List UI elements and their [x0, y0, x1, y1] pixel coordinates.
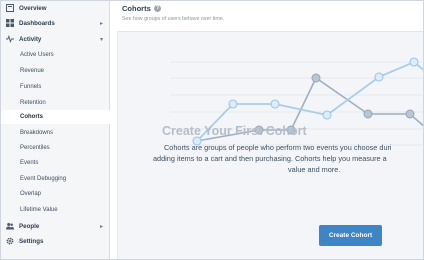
sidebar-item-label: Retention	[20, 100, 46, 106]
page-title: Cohorts	[122, 4, 151, 13]
chevron-right-icon: ▸	[99, 223, 103, 230]
page-header: Cohorts ? See how groups of users behave…	[111, 1, 423, 31]
sidebar-item-activity[interactable]: Activity ▾	[1, 32, 110, 46]
sidebar-item-event-debugging[interactable]: Event Debugging	[1, 172, 110, 186]
sidebar-item-retention[interactable]: Retention	[1, 96, 110, 110]
description-line: value and more.	[288, 165, 341, 174]
dashboard-icon	[6, 19, 14, 27]
sidebar-item-label: Dashboards	[19, 19, 55, 27]
sidebar-item-breakdowns[interactable]: Breakdowns	[1, 126, 110, 140]
description-line: adding items to a cart and then purchasi…	[153, 154, 387, 163]
sidebar-item-label: Settings	[19, 237, 44, 245]
sidebar-item-label: Active Users	[20, 52, 54, 58]
sidebar-item-label: Cohorts	[20, 114, 43, 120]
sidebar-item-label: Event Debugging	[20, 176, 67, 182]
sidebar-item-overview[interactable]: Overview	[1, 1, 110, 15]
empty-state-title: Create Your First Cohort	[162, 124, 307, 138]
app-window: Overview Dashboards ▸ Activity ▾ Active …	[0, 0, 424, 260]
description-line: Cohorts are groups of people who perform…	[164, 143, 392, 152]
page-subtitle: See how groups of users behave over time…	[122, 16, 225, 22]
create-cohort-button[interactable]: Create Cohort	[319, 225, 382, 246]
sidebar-item-label: Breakdowns	[20, 130, 54, 136]
sidebar-item-dashboards[interactable]: Dashboards ▸	[1, 16, 110, 30]
people-icon	[6, 222, 14, 230]
overview-icon	[6, 4, 14, 12]
sidebar-item-lifetime-value[interactable]: Lifetime Value	[1, 203, 110, 217]
sidebar-item-cohorts[interactable]: Cohorts	[1, 110, 110, 124]
sidebar-item-overlap[interactable]: Overlap	[1, 187, 110, 201]
sidebar-item-label: Events	[20, 160, 39, 166]
sidebar-item-label: Lifetime Value	[20, 207, 58, 213]
sidebar-item-label: People	[19, 222, 40, 230]
sidebar-item-active-users[interactable]: Active Users	[1, 48, 110, 62]
sidebar-item-people[interactable]: People ▸	[1, 219, 110, 233]
sidebar-item-funnels[interactable]: Funnels	[1, 80, 110, 94]
sidebar-item-label: Revenue	[20, 68, 45, 74]
sidebar-item-label: Percentiles	[20, 145, 50, 151]
sidebar-item-label: Overlap	[20, 191, 42, 197]
chevron-down-icon: ▾	[99, 36, 103, 43]
info-icon[interactable]: ?	[154, 4, 161, 12]
sidebar-item-events[interactable]: Events	[1, 156, 110, 170]
sidebar-item-revenue[interactable]: Revenue	[1, 64, 110, 78]
sidebar-item-percentiles[interactable]: Percentiles	[1, 141, 110, 155]
sidebar-item-settings[interactable]: Settings	[1, 234, 110, 248]
activity-icon	[6, 35, 14, 43]
sidebar-item-label: Overview	[19, 4, 47, 12]
chevron-right-icon: ▸	[99, 20, 103, 27]
sidebar-item-label: Activity	[19, 35, 42, 43]
gear-icon	[6, 237, 14, 245]
sidebar: Overview Dashboards ▸ Activity ▾ Active …	[1, 1, 110, 259]
sidebar-item-label: Funnels	[20, 84, 42, 90]
